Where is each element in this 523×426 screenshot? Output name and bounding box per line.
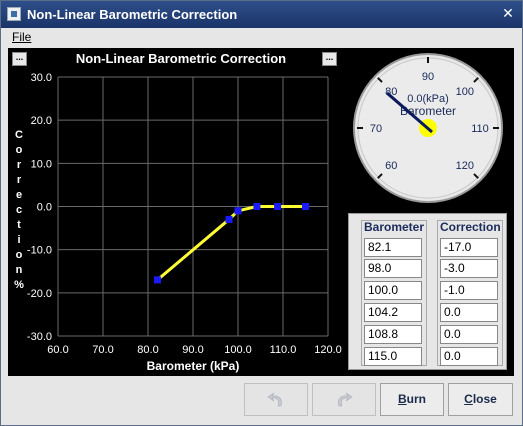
title-bar: Non-Linear Barometric Correction ✕ bbox=[1, 1, 522, 28]
barometer-column: Barometer 82.1 98.0 100.0 104.2 108.8 11… bbox=[361, 220, 427, 366]
x-tick-label: 80.0 bbox=[137, 344, 158, 356]
barometer-cell[interactable]: 82.1 bbox=[364, 238, 422, 257]
barometer-gauge: 607080901001101200.0(kPa)Barometer bbox=[353, 53, 503, 203]
correction-column: Correction -17.0 -3.0 -1.0 0.0 0.0 0.0 bbox=[437, 220, 503, 366]
x-tick-label: 100.0 bbox=[224, 344, 252, 356]
chart-options-left-button[interactable]: ... bbox=[12, 52, 27, 66]
correction-cell[interactable]: 0.0 bbox=[440, 347, 498, 366]
correction-cell[interactable]: 0.0 bbox=[440, 325, 498, 344]
gauge-tick-label: 90 bbox=[422, 71, 434, 83]
y-tick-label: -10.0 bbox=[27, 245, 52, 257]
correction-header: Correction bbox=[440, 220, 501, 234]
x-tick-label: 70.0 bbox=[92, 344, 113, 356]
y-tick-label: 10.0 bbox=[31, 158, 52, 170]
close-button[interactable]: Close bbox=[448, 383, 513, 416]
gauge-tick-label: 70 bbox=[370, 123, 382, 135]
window-title: Non-Linear Barometric Correction bbox=[27, 7, 238, 22]
y-axis-label-letter: t bbox=[17, 219, 21, 231]
barometer-cell[interactable]: 115.0 bbox=[364, 347, 422, 366]
redo-button[interactable] bbox=[312, 383, 376, 416]
y-axis-label-letter: o bbox=[16, 249, 23, 261]
barometer-cell[interactable]: 98.0 bbox=[364, 259, 422, 278]
barometer-cell[interactable]: 108.8 bbox=[364, 325, 422, 344]
y-tick-label: -30.0 bbox=[27, 331, 52, 343]
redo-icon bbox=[338, 392, 353, 407]
gauge-tick-label: 100 bbox=[456, 86, 474, 98]
barometer-cell[interactable]: 104.2 bbox=[364, 303, 422, 322]
undo-button[interactable] bbox=[244, 383, 308, 416]
data-point bbox=[253, 203, 261, 210]
app-icon bbox=[7, 7, 21, 21]
gauge-tick-label: 120 bbox=[456, 160, 474, 172]
correction-cell[interactable]: 0.0 bbox=[440, 303, 498, 322]
data-point bbox=[274, 203, 282, 210]
chart-options-right-button[interactable]: ... bbox=[322, 52, 337, 66]
barometer-cell[interactable]: 100.0 bbox=[364, 281, 422, 300]
x-tick-label: 110.0 bbox=[270, 344, 297, 356]
correction-cell[interactable]: -3.0 bbox=[440, 259, 498, 278]
gauge-tick-label: 60 bbox=[385, 160, 397, 172]
data-point bbox=[153, 276, 161, 284]
y-tick-label: 0.0 bbox=[37, 202, 52, 214]
y-axis-label-letter: c bbox=[16, 204, 22, 216]
y-axis-label-letter: e bbox=[16, 189, 22, 201]
y-axis-label-letter: r bbox=[17, 159, 22, 171]
close-label: Close bbox=[464, 392, 497, 406]
correction-cell[interactable]: -1.0 bbox=[440, 281, 498, 300]
y-tick-label: -20.0 bbox=[27, 288, 52, 300]
y-axis-label-letter: n bbox=[16, 264, 23, 276]
x-tick-label: 120.0 bbox=[314, 344, 342, 356]
y-axis-label-letter: C bbox=[15, 129, 23, 141]
x-tick-label: 60.0 bbox=[47, 344, 68, 356]
x-axis-label: Barometer (kPa) bbox=[147, 359, 240, 373]
gauge-tick-label: 110 bbox=[471, 123, 489, 135]
data-point bbox=[234, 207, 242, 215]
y-tick-label: 30.0 bbox=[31, 72, 52, 84]
y-axis-label-letter: % bbox=[14, 279, 24, 291]
y-tick-label: 20.0 bbox=[31, 115, 52, 127]
table-panel: Barometer 82.1 98.0 100.0 104.2 108.8 11… bbox=[348, 213, 507, 370]
correction-chart: 60.0 70.0 80.0 90.0 100.0 110.0 120.0 30.0 20.0 1… bbox=[14, 72, 342, 373]
close-icon[interactable]: ✕ bbox=[501, 7, 515, 21]
content-panel: 60.0 70.0 80.0 90.0 100.0 110.0 120.0 30.0 20.0 1… bbox=[8, 48, 514, 376]
dialog-window: Non-Linear Barometric Correction ✕ File … bbox=[0, 0, 523, 426]
menu-bar: File bbox=[1, 28, 522, 47]
barometer-header: Barometer bbox=[364, 220, 425, 234]
data-point bbox=[302, 203, 309, 210]
undo-icon bbox=[267, 392, 282, 407]
button-bar: Burn Close bbox=[1, 378, 522, 425]
burn-label: Burn bbox=[397, 392, 426, 406]
menu-file[interactable]: File bbox=[12, 30, 31, 44]
chart-title: Non-Linear Barometric Correction bbox=[75, 51, 287, 66]
y-axis-label-letter: i bbox=[17, 234, 20, 246]
x-tick-label: 90.0 bbox=[182, 344, 203, 356]
y-axis-label-letter: r bbox=[17, 174, 22, 186]
data-point bbox=[225, 215, 233, 223]
y-axis-label-letter: o bbox=[16, 144, 23, 156]
burn-button[interactable]: Burn bbox=[380, 383, 444, 416]
correction-cell[interactable]: -17.0 bbox=[440, 238, 498, 257]
